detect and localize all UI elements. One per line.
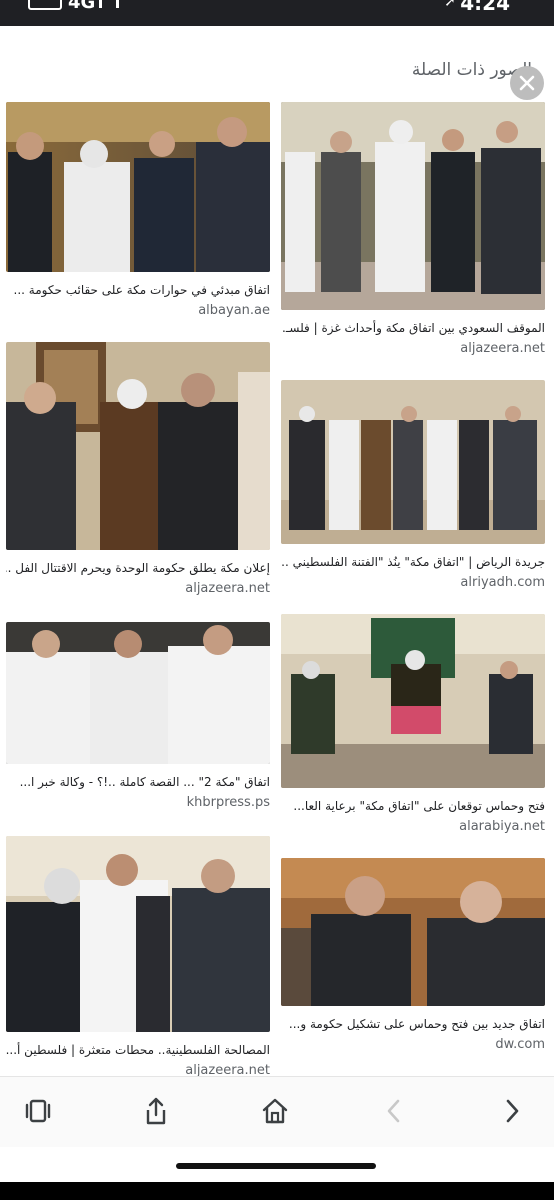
home-icon	[262, 1098, 288, 1124]
result-thumbnail[interactable]	[281, 380, 545, 544]
result-caption[interactable]: اتفاق مبدئي في حوارات مكة على حقائب حكوم…	[6, 282, 270, 298]
result-thumbnail[interactable]	[6, 102, 270, 272]
result-caption[interactable]: جريدة الرياض | "اتفاق مكة" ينُذ "الفتنة …	[281, 554, 545, 570]
result-source: alarabiya.net	[459, 819, 545, 834]
result-caption[interactable]: إعلان مكة يطلق حكومة الوحدة ويحرم الاقتت…	[6, 560, 270, 576]
result-thumbnail[interactable]	[6, 342, 270, 550]
screen-bottom-edge	[0, 1182, 554, 1200]
home-indicator[interactable]	[176, 1163, 376, 1169]
share-button[interactable]	[140, 1095, 172, 1127]
result-source: dw.com	[495, 1037, 545, 1052]
result-caption[interactable]: الموقف السعودي بين اتفاق مكة وأحداث غزة …	[281, 320, 545, 336]
tabs-icon	[25, 1099, 51, 1123]
result-card[interactable]: جريدة الرياض | "اتفاق مكة" ينُذ "الفتنة …	[281, 380, 545, 591]
result-source: aljazeera.net	[460, 341, 545, 356]
home-button[interactable]	[259, 1095, 291, 1127]
result-caption[interactable]: اتفاق "مكة 2" ... القصة كاملة ..!؟ - وكا…	[6, 774, 270, 790]
signal-indicator: 4G	[28, 0, 120, 13]
result-source: khbrpress.ps	[186, 795, 270, 810]
result-thumbnail[interactable]	[6, 836, 270, 1032]
network-label: 4G	[68, 0, 96, 13]
result-caption[interactable]: فتح وحماس توقعان على "اتفاق مكة" برعاية …	[281, 798, 545, 814]
battery-icon	[28, 0, 62, 10]
back-button[interactable]	[378, 1095, 410, 1127]
result-caption[interactable]: اتفاق جديد بين فتح وحماس على تشكيل حكومة…	[281, 1016, 545, 1032]
result-caption[interactable]: المصالحة الفلسطينية.. محطات متعثرة | فلس…	[6, 1042, 270, 1058]
result-card[interactable]: المصالحة الفلسطينية.. محطات متعثرة | فلس…	[6, 836, 270, 1079]
result-card[interactable]: اتفاق مبدئي في حوارات مكة على حقائب حكوم…	[6, 102, 270, 319]
status-time: 4:24	[460, 0, 510, 15]
result-card[interactable]: اتفاق "مكة 2" ... القصة كاملة ..!؟ - وكا…	[6, 622, 270, 811]
result-thumbnail[interactable]	[281, 614, 545, 788]
tabs-button[interactable]	[22, 1095, 54, 1127]
forward-arrow-icon	[506, 1099, 519, 1123]
result-source: aljazeera.net	[185, 581, 270, 596]
result-source: alriyadh.com	[460, 575, 545, 590]
result-source: albayan.ae	[198, 303, 270, 318]
signal-bars-icon	[99, 0, 120, 8]
close-icon	[519, 75, 535, 91]
back-arrow-icon	[387, 1099, 400, 1123]
result-card[interactable]: اتفاق جديد بين فتح وحماس على تشكيل حكومة…	[281, 858, 545, 1053]
result-card[interactable]: إعلان مكة يطلق حكومة الوحدة ويحرم الاقتت…	[6, 342, 270, 597]
location-arrow-icon: ➚	[444, 0, 456, 10]
result-thumbnail[interactable]	[6, 622, 270, 764]
result-card[interactable]: الموقف السعودي بين اتفاق مكة وأحداث غزة …	[281, 102, 545, 357]
share-icon	[146, 1097, 166, 1125]
result-thumbnail[interactable]	[281, 858, 545, 1006]
result-card[interactable]: فتح وحماس توقعان على "اتفاق مكة" برعاية …	[281, 614, 545, 835]
browser-toolbar	[0, 1076, 554, 1147]
close-button[interactable]	[510, 66, 544, 100]
forward-button[interactable]	[496, 1095, 528, 1127]
result-thumbnail[interactable]	[281, 102, 545, 310]
status-bar: 4G ➚ 4:24	[0, 0, 554, 26]
